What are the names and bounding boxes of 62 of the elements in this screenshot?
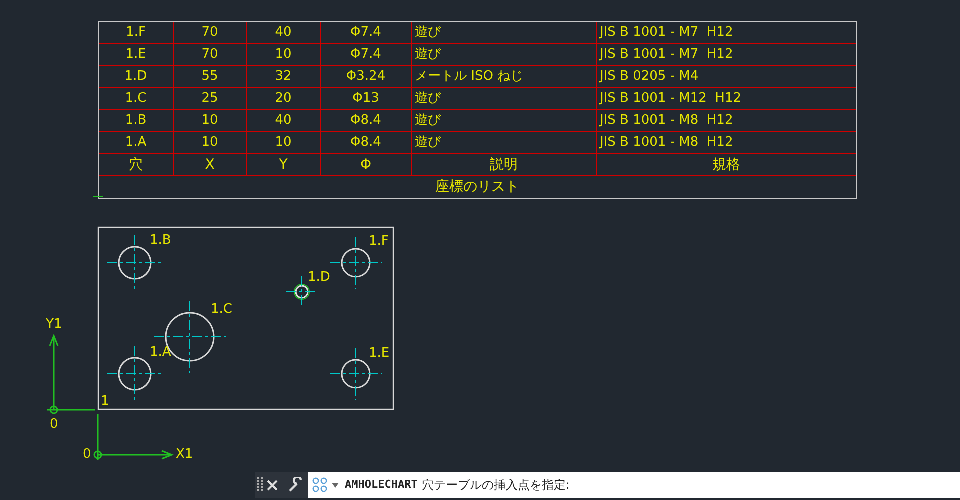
grip-icon[interactable]: [257, 477, 263, 493]
hole-label: 1.B: [150, 234, 172, 247]
column-header: 穴: [99, 154, 174, 175]
command-prompt: 穴テーブルの挿入点を指定:: [422, 477, 570, 494]
table-cell: 遊び: [412, 88, 597, 109]
table-cell-text: JIS B 1001 - M8 H12: [598, 112, 734, 130]
column-header: Y: [247, 154, 321, 175]
table-cell-text: JIS B 1001 - M7 H12: [598, 46, 734, 64]
table-cell: 1.A: [99, 132, 174, 153]
table-cell: 1.C: [99, 88, 174, 109]
axis-label: X1: [176, 448, 194, 461]
table-cell: Φ7.4: [321, 44, 412, 65]
column-header: Φ: [321, 154, 412, 175]
table-cell: 1.B: [99, 110, 174, 131]
table-cell-text: JIS B 1001 - M8 H12: [598, 134, 734, 152]
table-cell: 40: [247, 22, 321, 43]
hole-label: 1.C: [211, 303, 232, 316]
table-cell: Φ13: [321, 88, 412, 109]
hole-label: 1.D: [308, 271, 330, 284]
table-cell: 10: [174, 110, 247, 131]
table-cell: 55: [174, 66, 247, 87]
axis-label: Y1: [46, 318, 62, 331]
axis-label: 0: [83, 448, 92, 461]
table-cell: 遊び: [412, 44, 597, 65]
table-cell: Φ8.4: [321, 110, 412, 131]
table-cell: 20: [247, 88, 321, 109]
table-cell-text: JIS B 1001 - M7 H12: [598, 24, 734, 42]
axis-label: 0: [50, 418, 58, 431]
table-cell: 32: [247, 66, 321, 87]
column-header: 規格: [712, 156, 742, 174]
table-cell: 遊び: [412, 132, 597, 153]
table-cell: 遊び: [412, 22, 597, 43]
command-name: AMHOLECHART: [345, 476, 418, 493]
table-cell: 1.D: [99, 66, 174, 87]
table-cell: Φ7.4: [321, 22, 412, 43]
table-cell-text: JIS B 0205 - M4: [598, 68, 700, 86]
table-cell: 1.E: [99, 44, 174, 65]
command-input-field[interactable]: AMHOLECHART 穴テーブルの挿入点を指定:: [308, 472, 960, 498]
table-cell: Φ8.4: [321, 132, 412, 153]
table-cell: 10: [247, 132, 321, 153]
origin-label: 1: [101, 395, 110, 408]
table-cell: 10: [247, 44, 321, 65]
table-cell: 遊び: [412, 110, 597, 131]
table-cell: 40: [247, 110, 321, 131]
table-cell: 70: [174, 22, 247, 43]
close-icon[interactable]: [267, 480, 278, 490]
grid-icon[interactable]: [312, 477, 328, 493]
caret-icon[interactable]: [332, 482, 339, 488]
table-cell: 10: [174, 132, 247, 153]
table-cell: 1.F: [99, 22, 174, 43]
wrench-icon[interactable]: [288, 477, 304, 493]
hole-label: 1.E: [369, 347, 390, 360]
column-header: 説明: [412, 154, 597, 175]
hole-label: 1.F: [369, 235, 389, 248]
table-cell: 25: [174, 88, 247, 109]
table-cell: メートル ISO ねじ: [412, 66, 597, 87]
table-cell: 70: [174, 44, 247, 65]
table-cell-text: JIS B 1001 - M12 H12: [598, 90, 742, 108]
column-header: X: [174, 154, 247, 175]
table-title: 座標のリスト: [434, 178, 520, 197]
hole-label: 1.A: [150, 346, 172, 359]
table-cell: Φ3.24: [321, 66, 412, 87]
